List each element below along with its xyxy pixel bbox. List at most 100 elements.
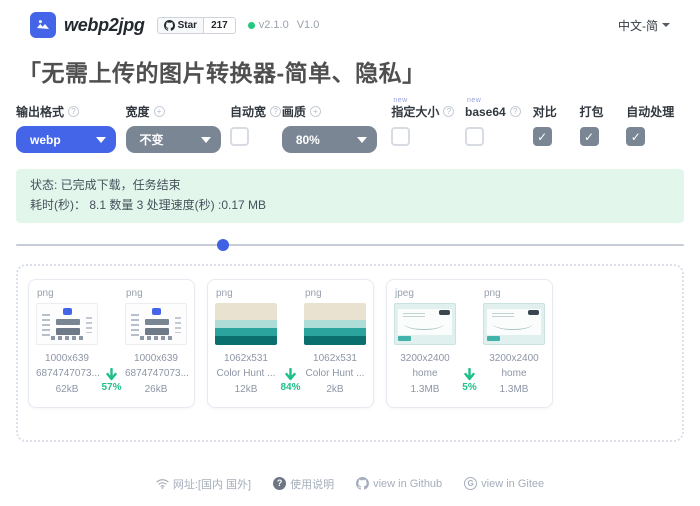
image-size: 2kB [304, 382, 366, 398]
image-dimensions: 3200x2400 [483, 351, 545, 367]
image-dimensions: 1000x639 [125, 351, 187, 367]
image-name: Color Hunt ... [304, 366, 366, 382]
image-dimensions: 1000x639 [36, 351, 98, 367]
reduction-percent: 57% [101, 382, 121, 393]
pack-group: 打包 [580, 104, 627, 146]
result-format-label: png [305, 288, 366, 299]
gitee-icon: G [464, 477, 477, 490]
controls-bar: 输出格式? webp 宽度+ 不变 自动宽? 画质+ 80% new 指定大小?… [16, 104, 684, 153]
add-option-icon[interactable]: + [310, 106, 321, 117]
slider-track[interactable] [16, 244, 684, 246]
base64-group: new base64? [465, 104, 533, 146]
progress-slider[interactable] [16, 238, 684, 252]
image-size: 12kB [215, 382, 277, 398]
image-size: 1.3MB [394, 382, 456, 398]
quality-group: 画质+ 80% [282, 104, 392, 153]
page-title: 「无需上传的图片转换器-简单、隐私」 [18, 54, 682, 88]
specify-size-checkbox[interactable] [391, 127, 410, 146]
source-thumbnail[interactable] [36, 303, 98, 345]
source-format-label: jpeg [395, 288, 456, 299]
footer-links: 网址:[国内 国外] ? 使用说明 view in Github G view … [0, 476, 700, 492]
slider-thumb[interactable] [217, 239, 229, 251]
result-thumbnail[interactable] [304, 303, 366, 345]
output-format-group: 输出格式? webp [16, 104, 126, 153]
image-size: 1.3MB [483, 382, 545, 398]
status-line-2: 耗时(秒)： 8.1 数量 3 处理速度(秒) :0.17 MB [30, 196, 670, 216]
webp2jpg-app: webp2jpg Star 217 v2.1.0 V1.0 中文-简 「无需上传… [0, 0, 700, 506]
info-icon[interactable]: ? [510, 106, 521, 117]
app-logo-icon [30, 12, 56, 38]
conversion-card[interactable]: jpeg 3200x2400 home 1.3MB 5% png [386, 279, 553, 409]
source-thumbnail[interactable] [215, 303, 277, 345]
chevron-down-icon [96, 137, 106, 143]
drop-zone[interactable]: png 1000x639 6874747073... 62kB 57% png [16, 264, 684, 442]
result-column: png 1062x531 Color Hunt ... 2kB [304, 288, 366, 398]
reduction-arrow-icon [464, 368, 475, 381]
image-name: 6874747073... [125, 366, 187, 382]
add-option-icon[interactable]: + [154, 106, 165, 117]
quality-select[interactable]: 80% [282, 126, 377, 153]
github-star-button[interactable]: Star [157, 17, 204, 34]
star-count-badge[interactable]: 217 [204, 17, 236, 34]
auto-width-checkbox[interactable] [230, 127, 249, 146]
site-mirrors-link[interactable]: 网址:[国内 国外] [156, 476, 251, 492]
question-circle-icon: ? [273, 477, 286, 490]
compare-group: 对比 [533, 104, 580, 146]
new-badge: new [467, 97, 481, 104]
usage-guide-link[interactable]: ? 使用说明 [273, 476, 334, 492]
image-size: 62kB [36, 382, 98, 398]
width-select[interactable]: 不变 [126, 126, 221, 153]
source-column: jpeg 3200x2400 home 1.3MB [394, 288, 456, 398]
width-group: 宽度+ 不变 [126, 104, 231, 153]
compare-checkbox[interactable] [533, 127, 552, 146]
conversion-card[interactable]: png 1062x531 Color Hunt ... 12kB 84% png… [207, 279, 374, 409]
info-icon[interactable]: ? [443, 106, 454, 117]
result-thumbnail[interactable] [125, 303, 187, 345]
chevron-down-icon [201, 137, 211, 143]
conversion-card[interactable]: png 1000x639 6874747073... 62kB 57% png [28, 279, 195, 409]
source-column: png 1062x531 Color Hunt ... 12kB [215, 288, 277, 398]
base64-checkbox[interactable] [465, 127, 484, 146]
image-name: home [483, 366, 545, 382]
new-badge: new [393, 97, 407, 104]
specify-size-group: new 指定大小? [391, 104, 465, 146]
source-thumbnail[interactable] [394, 303, 456, 345]
status-line-1: 状态: 已完成下载，任务结束 [30, 176, 670, 196]
source-format-label: png [216, 288, 277, 299]
chevron-down-icon [662, 23, 670, 27]
result-format-label: png [484, 288, 545, 299]
image-dimensions: 1062x531 [215, 351, 277, 367]
app-title: webp2jpg [64, 15, 145, 36]
output-format-select[interactable]: webp [16, 126, 116, 153]
source-column: png 1000x639 6874747073... 62kB [36, 288, 98, 398]
version-label: v2.1.0 [259, 19, 289, 31]
image-size: 26kB [125, 382, 187, 398]
info-icon[interactable]: ? [270, 106, 281, 117]
image-name: Color Hunt ... [215, 366, 277, 382]
image-dimensions: 1062x531 [304, 351, 366, 367]
auto-width-group: 自动宽? [230, 104, 282, 146]
version-alt-label: V1.0 [297, 19, 320, 31]
source-format-label: png [37, 288, 98, 299]
result-thumbnail[interactable] [483, 303, 545, 345]
reduction-arrow-icon [285, 368, 296, 381]
github-icon [356, 477, 369, 490]
github-star-widget: Star 217 [157, 17, 236, 34]
network-icon [156, 478, 169, 489]
octocat-icon [164, 20, 175, 31]
image-dimensions: 3200x2400 [394, 351, 456, 367]
auto-process-group: 自动处理 [626, 104, 684, 146]
language-selector[interactable]: 中文-简 [618, 17, 670, 34]
gitee-link[interactable]: G view in Gitee [464, 477, 544, 490]
github-link[interactable]: view in Github [356, 477, 442, 490]
pack-checkbox[interactable] [580, 127, 599, 146]
auto-process-checkbox[interactable] [626, 127, 645, 146]
result-column: png 1000x639 6874747073... 26kB [125, 288, 187, 398]
reduction-arrow-icon [106, 368, 117, 381]
image-name: home [394, 366, 456, 382]
status-dot-icon [248, 22, 255, 29]
info-icon[interactable]: ? [68, 106, 79, 117]
header: webp2jpg Star 217 v2.1.0 V1.0 中文-简 [0, 0, 700, 38]
image-name: 6874747073... [36, 366, 98, 382]
status-box: 状态: 已完成下载，任务结束 耗时(秒)： 8.1 数量 3 处理速度(秒) :… [16, 169, 684, 223]
